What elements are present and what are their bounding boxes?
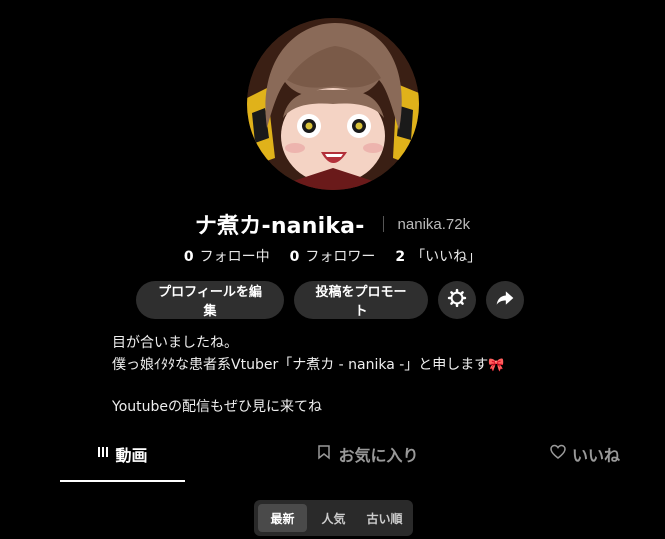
profile-bio: 目が合いましたね。 僕っ娘ｲﾀﾀな患者系Vtuber「ナ煮カ - nanika … <box>112 332 505 418</box>
share-button[interactable] <box>486 281 524 319</box>
share-arrow-icon <box>495 288 515 312</box>
username: nanika.72k <box>397 215 471 233</box>
name-divider <box>382 216 384 232</box>
gear-icon <box>447 288 467 312</box>
tab-videos[interactable]: 動画 <box>60 440 185 482</box>
likes-label: 「いいね」 <box>411 249 482 265</box>
sort-latest[interactable]: 最新 <box>258 504 307 532</box>
stat-followers[interactable]: 0 フォロワー <box>290 246 376 266</box>
bio-line-2-text: 僕っ娘ｲﾀﾀな患者系Vtuber「ナ煮カ - nanika -」と申します <box>112 357 489 373</box>
tab-likes-label: いいね <box>571 446 620 465</box>
display-name: ナ煮カ-nanika- <box>194 214 365 239</box>
followers-label: フォロワー <box>305 249 376 265</box>
settings-button[interactable] <box>438 281 476 319</box>
sort-popular[interactable]: 人気 <box>309 504 358 532</box>
profile-name-row: ナ煮カ-nanika- nanika.72k <box>0 208 665 240</box>
grid-lines-icon <box>97 446 109 462</box>
heart-icon <box>550 444 566 464</box>
edit-profile-button[interactable]: プロフィールを編集 <box>136 281 284 319</box>
bio-spacer <box>112 376 505 396</box>
stats-row: 0 フォロー中 0 フォロワー 2 「いいね」 <box>0 246 665 266</box>
tab-favorites-label: お気に入り <box>338 446 419 465</box>
bow-emoji: 🎀 <box>488 358 505 373</box>
sort-oldest[interactable]: 古い順 <box>360 504 409 532</box>
bio-line-2: 僕っ娘ｲﾀﾀな患者系Vtuber「ナ煮カ - nanika -」と申します🎀 <box>112 354 505 376</box>
sort-toggle: 最新 人気 古い順 <box>254 500 413 536</box>
stat-likes[interactable]: 2 「いいね」 <box>395 246 481 266</box>
stat-following[interactable]: 0 フォロー中 <box>184 246 270 266</box>
tab-favorites[interactable]: お気に入り <box>316 440 419 482</box>
following-count: 0 <box>183 249 194 265</box>
profile-actions: プロフィールを編集 投稿をプロモート <box>136 281 524 319</box>
profile-avatar[interactable] <box>247 18 419 190</box>
following-label: フォロー中 <box>199 249 270 265</box>
followers-count: 0 <box>289 249 300 265</box>
bio-line-1: 目が合いましたね。 <box>112 335 238 351</box>
promote-post-button[interactable]: 投稿をプロモート <box>294 281 428 319</box>
bio-line-3: Youtubeの配信もぜひ見に来てね <box>112 399 322 415</box>
bookmark-icon <box>316 444 332 464</box>
profile-tabs: 動画 お気に入り いいね <box>60 440 620 482</box>
tab-videos-label: 動画 <box>115 446 148 465</box>
tab-likes[interactable]: いいね <box>550 440 620 482</box>
likes-count: 2 <box>395 249 406 265</box>
